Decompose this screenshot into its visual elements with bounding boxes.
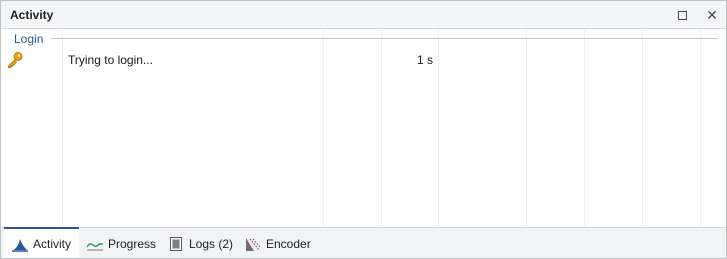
tab-label: Logs (2) — [189, 236, 234, 251]
bottom-tab-bar: Activity Progress Logs (2) Encoder — [1, 227, 726, 258]
tab-label: Progress — [108, 236, 157, 251]
activity-panel: Activity ✕ Login Trying to login... 1 s … — [0, 0, 727, 259]
tab-label: Encoder — [266, 236, 311, 251]
activity-text: Trying to login... — [68, 53, 153, 67]
close-button[interactable]: ✕ — [702, 5, 722, 25]
key-icon — [6, 51, 24, 69]
maximize-icon — [677, 10, 687, 20]
group-divider — [51, 38, 718, 39]
title-bar: Activity ✕ — [1, 1, 726, 29]
list-item[interactable]: Trying to login... 1 s — [1, 50, 726, 70]
panel-title: Activity — [10, 8, 54, 22]
progress-line-icon — [86, 236, 103, 252]
activity-list: Login Trying to login... 1 s — [1, 30, 726, 226]
group-header-login[interactable]: Login — [1, 30, 726, 48]
tab-progress[interactable]: Progress — [86, 228, 159, 259]
tab-label: Activity — [33, 236, 72, 251]
activity-time: 1 s — [417, 53, 434, 67]
encoder-icon — [245, 236, 261, 252]
maximize-button[interactable] — [672, 5, 692, 25]
close-icon: ✕ — [706, 6, 718, 23]
logs-document-icon — [168, 236, 184, 252]
activity-shark-icon — [12, 236, 28, 252]
tab-logs[interactable]: Logs (2) — [168, 228, 238, 259]
tab-activity[interactable]: Activity — [4, 227, 79, 258]
tab-encoder[interactable]: Encoder — [245, 228, 320, 259]
group-label: Login — [14, 32, 44, 46]
